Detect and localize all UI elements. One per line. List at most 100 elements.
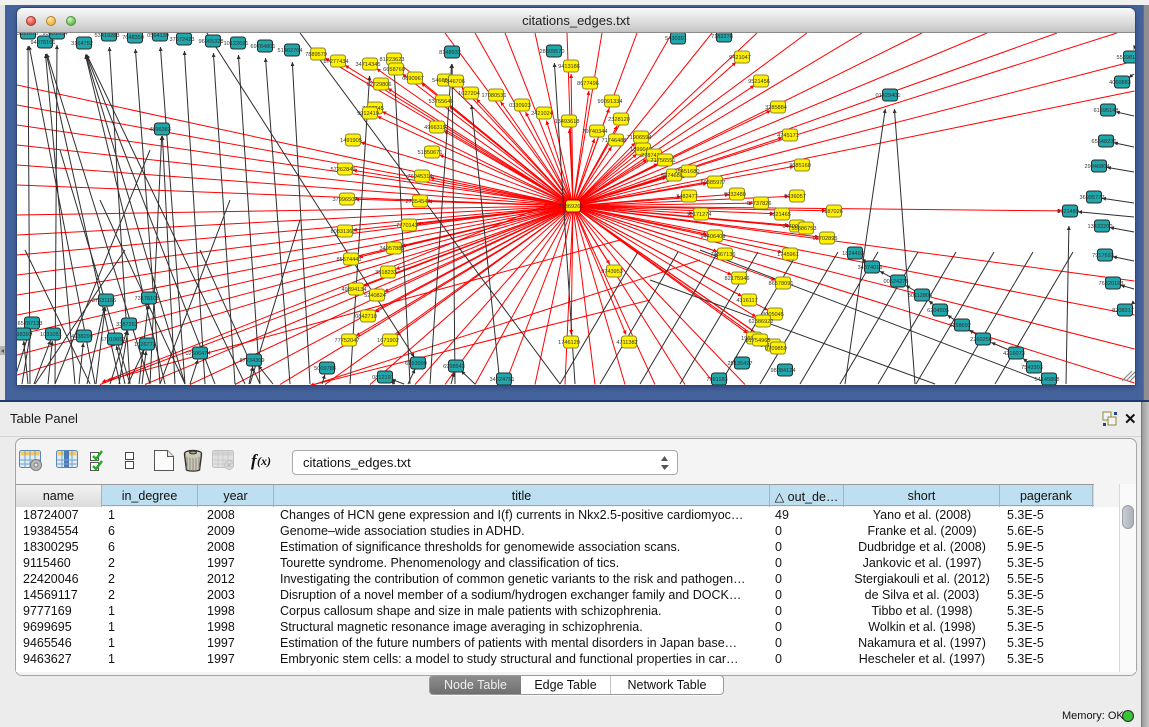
svg-text:8721489: 8721489 xyxy=(1057,209,1079,215)
svg-text:5009788: 5009788 xyxy=(314,366,336,372)
svg-text:13171274: 13171274 xyxy=(687,212,712,218)
svg-text:13433200: 13433200 xyxy=(1088,224,1113,230)
svg-text:5430391: 5430391 xyxy=(665,36,687,42)
svg-text:0812191: 0812191 xyxy=(372,375,394,381)
svg-text:9636057: 9636057 xyxy=(784,194,806,200)
svg-text:4738299: 4738299 xyxy=(71,334,93,340)
svg-text:1491905: 1491905 xyxy=(340,138,362,144)
svg-text:9521456: 9521456 xyxy=(748,79,770,85)
svg-text:1671902: 1671902 xyxy=(377,338,399,344)
svg-text:0842710: 0842710 xyxy=(355,314,377,320)
svg-text:17080531: 17080531 xyxy=(482,93,507,99)
svg-text:87277434: 87277434 xyxy=(324,59,349,65)
svg-text:94078161: 94078161 xyxy=(31,40,56,46)
svg-text:1326773: 1326773 xyxy=(134,342,156,348)
svg-text:4745171: 4745171 xyxy=(777,133,799,139)
svg-text:62729806: 62729806 xyxy=(367,82,392,88)
svg-text:5240824: 5240824 xyxy=(364,293,386,299)
svg-text:99091334: 99091334 xyxy=(598,99,623,105)
svg-text:81754965: 81754965 xyxy=(746,338,771,344)
svg-text:71906594: 71906594 xyxy=(627,135,652,141)
svg-text:71746488: 71746488 xyxy=(602,138,627,144)
svg-text:0564139: 0564139 xyxy=(147,33,169,39)
svg-text:65648236: 65648236 xyxy=(1092,139,1117,145)
svg-text:27354549: 27354549 xyxy=(406,199,431,205)
svg-text:34874016: 34874016 xyxy=(858,265,883,271)
svg-text:02606474: 02606474 xyxy=(186,351,211,357)
svg-text:79740344: 79740344 xyxy=(583,129,608,135)
svg-text:69784801: 69784801 xyxy=(251,44,276,50)
svg-text:57262849: 57262849 xyxy=(331,167,356,173)
svg-text:5098393: 5098393 xyxy=(17,332,32,338)
svg-text:94406409: 94406409 xyxy=(701,234,726,240)
svg-text:7543303: 7543303 xyxy=(1021,365,1043,371)
svg-text:55886753: 55886753 xyxy=(792,226,817,232)
svg-text:7648350: 7648350 xyxy=(122,35,144,41)
svg-text:37672423: 37672423 xyxy=(170,37,195,43)
svg-text:4060883: 4060883 xyxy=(1109,80,1131,86)
svg-text:3709859: 3709859 xyxy=(765,346,787,352)
svg-text:3164752: 3164752 xyxy=(71,41,93,47)
svg-text:23511615: 23511615 xyxy=(17,33,38,37)
svg-text:7187026: 7187026 xyxy=(821,209,843,215)
svg-text:3285884: 3285884 xyxy=(765,105,787,111)
svg-text:82175946: 82175946 xyxy=(725,276,750,282)
svg-text:8148932: 8148932 xyxy=(439,50,461,56)
svg-text:4966319: 4966319 xyxy=(424,125,446,131)
svg-text:3387262: 3387262 xyxy=(116,322,138,328)
svg-text:00524278: 00524278 xyxy=(884,279,909,285)
svg-text:55698169: 55698169 xyxy=(1117,55,1135,61)
svg-text:1746120: 1746120 xyxy=(558,340,580,346)
svg-text:25135427: 25135427 xyxy=(728,361,753,367)
svg-text:3158692: 3158692 xyxy=(949,323,971,329)
svg-text:95931034: 95931034 xyxy=(43,33,68,37)
svg-text:7182278: 7182278 xyxy=(711,34,733,40)
svg-text:1627204: 1627204 xyxy=(458,91,480,97)
svg-text:65787133: 65787133 xyxy=(18,321,43,327)
svg-text:(x): (x) xyxy=(257,454,271,468)
svg-text:49894134: 49894134 xyxy=(342,287,367,293)
svg-text:53419283: 53419283 xyxy=(95,33,120,39)
svg-text:9421047: 9421047 xyxy=(729,55,751,61)
svg-text:80112805: 80112805 xyxy=(908,293,932,299)
svg-text:0932480: 0932480 xyxy=(724,192,746,198)
svg-text:8708317: 8708317 xyxy=(1112,308,1134,314)
svg-text:01429401: 01429401 xyxy=(876,93,901,99)
svg-text:8677496: 8677496 xyxy=(577,81,599,87)
svg-text:96965328: 96965328 xyxy=(199,39,224,45)
svg-text:37996507: 37996507 xyxy=(333,197,358,203)
svg-text:28809570: 28809570 xyxy=(540,49,565,55)
svg-text:9413186: 9413186 xyxy=(558,64,580,70)
svg-text:3518233: 3518233 xyxy=(375,270,397,276)
svg-text:53755646: 53755646 xyxy=(429,99,454,105)
svg-text:3685160: 3685160 xyxy=(789,163,811,169)
svg-text:2260256: 2260256 xyxy=(970,337,992,343)
svg-text:4711382: 4711382 xyxy=(616,340,637,346)
svg-text:7770143: 7770143 xyxy=(396,223,418,229)
svg-text:74367136: 74367136 xyxy=(711,252,736,258)
svg-text:34714345: 34714345 xyxy=(356,62,381,68)
svg-text:4896383: 4896383 xyxy=(149,127,171,133)
svg-text:1824493: 1824493 xyxy=(842,251,864,257)
svg-text:1031051: 1031051 xyxy=(40,332,62,338)
svg-text:34957885: 34957885 xyxy=(380,246,405,252)
svg-text:51462704: 51462704 xyxy=(278,48,303,54)
svg-text:4216073: 4216073 xyxy=(1003,351,1025,357)
svg-text:9821465: 9821465 xyxy=(769,212,791,218)
svg-text:76320163: 76320163 xyxy=(1099,281,1124,287)
svg-text:29946804: 29946804 xyxy=(1085,164,1110,170)
svg-text:4316117: 4316117 xyxy=(736,298,757,304)
svg-text:67010651: 67010651 xyxy=(101,337,126,343)
svg-text:98084124: 98084124 xyxy=(771,368,796,374)
svg-text:75869261: 75869261 xyxy=(559,204,584,210)
svg-text:7346706: 7346706 xyxy=(443,79,465,85)
svg-text:6998543: 6998543 xyxy=(443,364,465,370)
svg-text:80831367: 80831367 xyxy=(331,229,356,235)
svg-text:61595148: 61595148 xyxy=(1094,108,1119,114)
svg-text:71756551: 71756551 xyxy=(651,158,676,164)
svg-text:60385977: 60385977 xyxy=(701,180,726,186)
svg-text:3482477: 3482477 xyxy=(676,194,698,200)
svg-text:37631165: 37631165 xyxy=(92,298,116,304)
svg-text:9743953: 9743953 xyxy=(601,269,623,275)
svg-text:2328120: 2328120 xyxy=(608,117,630,123)
